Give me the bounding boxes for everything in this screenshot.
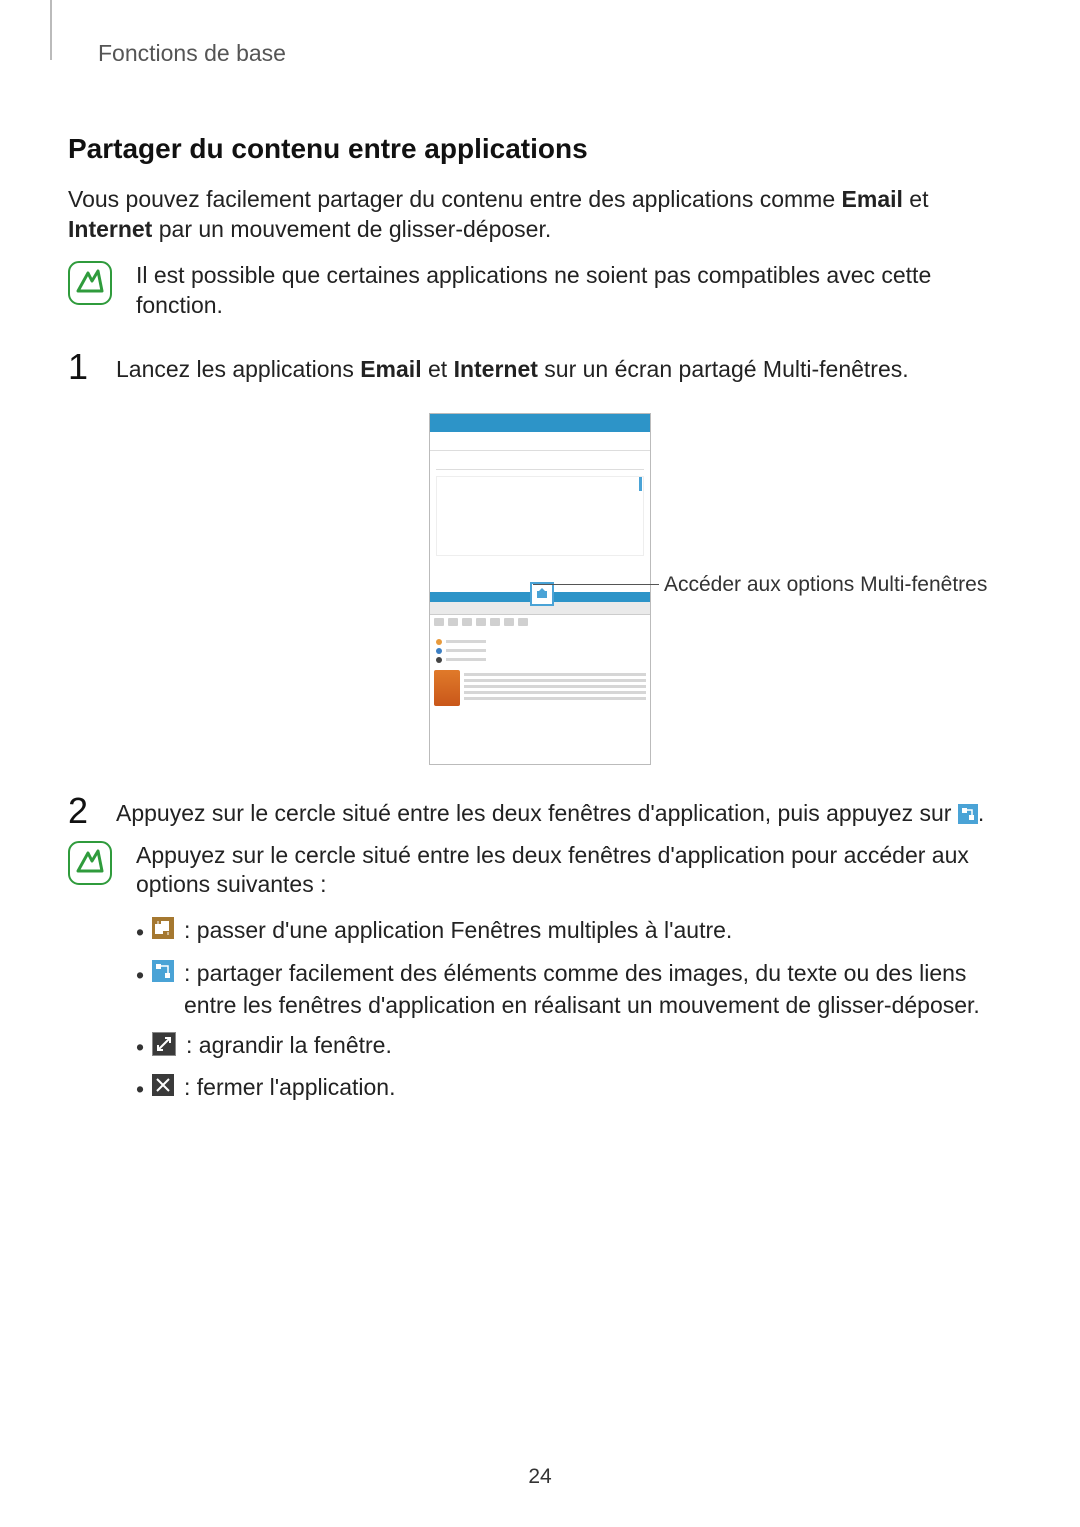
browser-content	[430, 666, 650, 710]
share-icon	[958, 804, 978, 824]
email-body-area	[436, 476, 644, 556]
callout-label: Accéder aux options Multi-fenêtres	[664, 573, 987, 597]
note-icon	[68, 261, 112, 305]
header-separator	[50, 0, 52, 60]
bullet-close: • : fermer l'application.	[136, 1071, 1012, 1105]
options-note-text: Appuyez sur le cercle situé entre les de…	[136, 841, 1012, 901]
bullet-swap: • : passer d'une application Fenêtres mu…	[136, 914, 1012, 948]
multiwindow-divider	[430, 592, 650, 602]
maximize-icon	[152, 1032, 176, 1056]
intro-mid: et	[903, 186, 929, 212]
drag-share-icon	[152, 960, 174, 982]
content-thumbnail	[434, 670, 460, 706]
bullet-close-text: : fermer l'application.	[184, 1071, 1012, 1103]
bullet-dot: •	[136, 916, 142, 948]
step-2-number: 2	[68, 793, 96, 829]
device-screenshot: Accéder aux options Multi-fenêtres	[68, 413, 1012, 765]
bullet-share-text: : partager facilement des éléments comme…	[184, 957, 1012, 1021]
step-1-number: 1	[68, 349, 96, 385]
multiwindow-handle	[530, 582, 554, 606]
step1-post: sur un écran partagé Multi-fenêtres.	[538, 356, 909, 382]
step-1: 1 Lancez les applications Email et Inter…	[68, 349, 1012, 385]
step1-pre: Lancez les applications	[116, 356, 360, 382]
content-text-lines	[464, 670, 646, 706]
browser-sidebar	[430, 635, 650, 663]
intro-internet: Internet	[68, 216, 152, 242]
step1-email: Email	[360, 356, 421, 382]
callout-leader-line	[533, 584, 659, 585]
step2-pre: Appuyez sur le cercle situé entre les de…	[116, 800, 958, 826]
email-subject-row	[436, 459, 644, 470]
step1-mid: et	[422, 356, 454, 382]
email-titlebar	[430, 414, 650, 432]
step2-post: .	[978, 800, 984, 826]
options-note: Appuyez sur le cercle situé entre les de…	[68, 841, 1012, 1114]
step-2: 2 Appuyez sur le cercle situé entre les …	[68, 793, 1012, 829]
compatibility-note: Il est possible que certaines applicatio…	[68, 261, 1012, 321]
browser-tabs	[430, 615, 650, 635]
bullet-share: • : partager facilement des éléments com…	[136, 957, 1012, 1021]
section-title: Partager du contenu entre applications	[68, 133, 1012, 165]
intro-post: par un mouvement de glisser-déposer.	[152, 216, 551, 242]
device-frame	[429, 413, 651, 765]
page-number: 24	[0, 1465, 1080, 1489]
options-bullet-list: • : passer d'une application Fenêtres mu…	[136, 914, 1012, 1105]
bullet-maximize: • : agrandir la fenêtre.	[136, 1029, 1012, 1063]
compatibility-note-text: Il est possible que certaines applicatio…	[136, 261, 1012, 321]
step1-internet: Internet	[454, 356, 538, 382]
intro-paragraph: Vous pouvez facilement partager du conte…	[68, 185, 1012, 245]
step-2-body: Appuyez sur le cercle situé entre les de…	[116, 799, 984, 829]
intro-pre: Vous pouvez facilement partager du conte…	[68, 186, 842, 212]
bullet-dot: •	[136, 1073, 142, 1105]
close-icon	[152, 1074, 174, 1096]
header-label: Fonctions de base	[98, 40, 1012, 67]
bullet-dot: •	[136, 959, 142, 991]
swap-windows-icon	[152, 917, 174, 939]
email-to-row	[430, 438, 650, 451]
bullet-maximize-text: : agrandir la fenêtre.	[186, 1029, 1012, 1061]
note-icon	[68, 841, 112, 885]
intro-email: Email	[842, 186, 903, 212]
step-1-body: Lancez les applications Email et Interne…	[116, 355, 909, 385]
bullet-swap-text: : passer d'une application Fenêtres mult…	[184, 914, 1012, 946]
bullet-dot: •	[136, 1031, 142, 1063]
